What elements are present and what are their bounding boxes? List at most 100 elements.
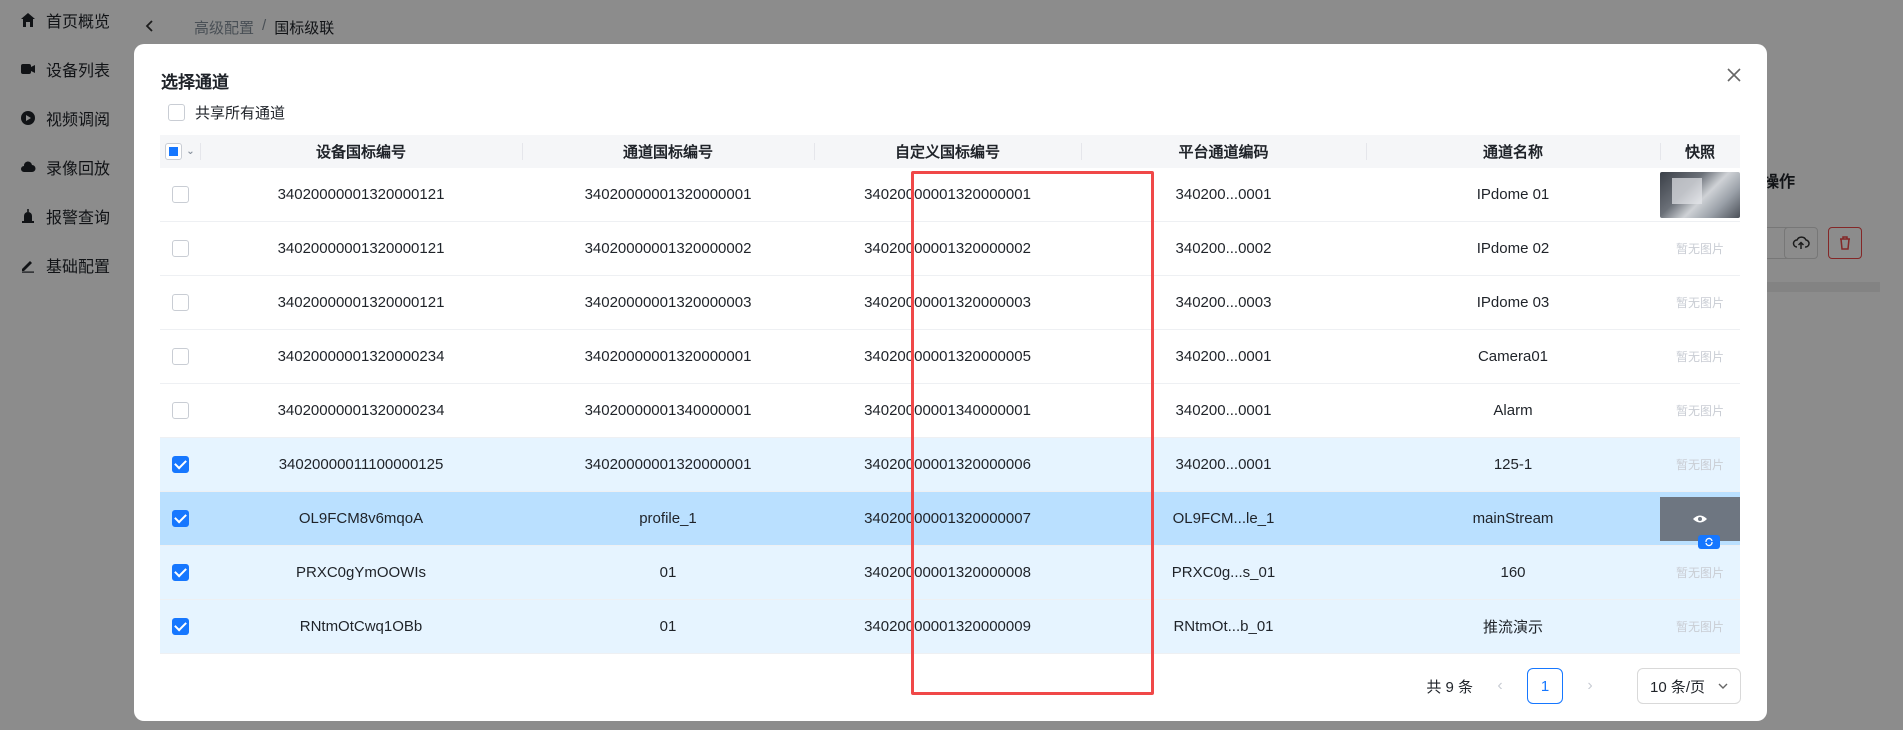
custom-id-cell: 34020000001340000001 [864, 402, 1031, 419]
select-all-cell[interactable]: ⌄ [160, 135, 200, 168]
channel-name-cell: IPdome 02 [1476, 240, 1550, 257]
column-header-device: 设备国标编号 [200, 135, 522, 168]
device-id-cell: 34020000001320000234 [277, 348, 445, 365]
device-id-cell: 34020000011100000125 [278, 456, 444, 473]
channel-name-cell: mainStream [1472, 510, 1554, 527]
channel-table: ⌄ 设备国标编号 通道国标编号 自定义国标编号 平台通道编码 通道名称 快照 3… [160, 135, 1740, 654]
checkbox[interactable] [168, 104, 185, 121]
share-all-checkbox[interactable]: 共享所有通道 [168, 102, 285, 123]
table-row[interactable]: 34020000001320000234 34020000001320000001… [160, 330, 1740, 384]
device-id-cell: 34020000001320000121 [277, 294, 445, 311]
channel-id-cell: 34020000001320000002 [584, 240, 752, 257]
row-checkbox[interactable] [171, 618, 189, 635]
row-select-cell[interactable] [160, 222, 200, 275]
snapshot-cell [1660, 168, 1740, 221]
device-id-cell: RNtmOtCwq1OBb [299, 618, 423, 635]
channel-name-cell: Alarm [1493, 402, 1533, 419]
snapshot-cell: 暂无图片 [1660, 600, 1740, 653]
table-row[interactable]: 34020000001320000121 34020000001320000002… [160, 222, 1740, 276]
row-select-cell[interactable] [160, 546, 200, 599]
snapshot-preview[interactable] [1660, 496, 1740, 549]
row-checkbox[interactable] [171, 186, 189, 203]
platform-code-cell: 340200...0003 [1175, 294, 1272, 311]
channel-name-cell: IPdome 01 [1476, 186, 1550, 203]
row-checkbox[interactable] [171, 456, 189, 473]
row-select-cell[interactable] [160, 276, 200, 329]
channel-name-cell: 推流演示 [1482, 619, 1543, 636]
platform-code-cell: 340200...0001 [1175, 348, 1272, 365]
table-row[interactable]: 34020000001320000234 34020000001340000001… [160, 384, 1740, 438]
channel-id-cell: 01 [659, 564, 677, 581]
table-row[interactable]: RNtmOtCwq1OBb 01 34020000001320000009 RNtmO… [160, 600, 1740, 654]
snapshot-placeholder: 暂无图片 [1675, 404, 1724, 418]
snapshot-placeholder: 暂无图片 [1675, 350, 1724, 364]
row-checkbox[interactable] [171, 294, 189, 311]
snapshot-placeholder: 暂无图片 [1675, 242, 1724, 256]
snapshot-placeholder: 暂无图片 [1675, 620, 1724, 634]
row-checkbox[interactable] [171, 564, 189, 581]
platform-code-cell: 340200...0001 [1175, 402, 1272, 419]
channel-id-cell: 34020000001340000001 [584, 402, 752, 419]
row-select-cell[interactable] [160, 168, 200, 221]
row-checkbox[interactable] [171, 240, 189, 257]
device-id-cell: OL9FCM8v6mqoA [298, 510, 424, 527]
custom-id-cell: 34020000001320000001 [864, 186, 1031, 203]
prev-page-icon[interactable]: ‹ [1489, 677, 1511, 695]
custom-id-cell: 34020000001320000006 [864, 456, 1031, 473]
device-id-cell: PRXC0gYmOOWIs [295, 564, 427, 581]
row-select-cell[interactable] [160, 438, 200, 491]
modal-title: 选择通道 [161, 73, 229, 92]
chevron-down-icon [1718, 683, 1728, 689]
device-id-cell: 34020000001320000121 [277, 240, 445, 257]
custom-id-cell: 34020000001320000009 [864, 618, 1031, 635]
channel-id-cell: 34020000001320000001 [584, 456, 752, 473]
channel-id-cell: 34020000001320000001 [584, 186, 752, 203]
table-row[interactable]: 34020000001320000121 34020000001320000003… [160, 276, 1740, 330]
select-channel-modal: 选择通道 共享所有通道 ⌄ 设备国标编号 通道国标编号 自定义国标编号 平台通道… [134, 44, 1767, 721]
row-checkbox[interactable] [171, 510, 189, 527]
table-row[interactable]: OL9FCM8v6mqoA profile_1 340200000013200000… [160, 492, 1740, 549]
snapshot-cell: 暂无图片 [1660, 438, 1740, 491]
row-checkbox[interactable] [171, 348, 189, 365]
table-row[interactable]: 34020000001320000121 34020000001320000001… [160, 168, 1740, 222]
chevron-down-icon[interactable]: ⌄ [186, 146, 194, 157]
custom-id-cell: 34020000001320000003 [864, 294, 1031, 311]
device-id-cell: 34020000001320000121 [277, 186, 445, 203]
page-button-current[interactable]: 1 [1527, 668, 1563, 704]
next-page-icon[interactable]: › [1579, 677, 1601, 695]
platform-code-cell: OL9FCM...le_1 [1172, 510, 1275, 527]
channel-id-cell: 01 [659, 618, 677, 635]
eye-icon[interactable] [1692, 514, 1708, 524]
snapshot-cell: 暂无图片 [1660, 384, 1740, 437]
column-header-custom: 自定义国标编号 [814, 135, 1081, 168]
table-row[interactable]: 34020000011100000125 34020000001320000001… [160, 438, 1740, 492]
snapshot-cell: 暂无图片 [1660, 276, 1740, 329]
close-button[interactable] [1723, 64, 1745, 86]
share-all-label: 共享所有通道 [195, 105, 286, 122]
platform-code-cell: 340200...0001 [1175, 456, 1272, 473]
row-checkbox[interactable] [171, 402, 189, 419]
channel-name-cell: Camera01 [1477, 348, 1549, 365]
custom-id-cell: 34020000001320000007 [864, 510, 1031, 527]
column-header-snapshot: 快照 [1660, 135, 1740, 168]
select-all-checkbox[interactable] [165, 143, 183, 160]
custom-id-cell: 34020000001320000005 [864, 348, 1031, 365]
table-body: 34020000001320000121 34020000001320000001… [160, 168, 1740, 654]
snapshot-cell: 暂无图片 [1660, 330, 1740, 383]
page-size-select[interactable]: 10 条/页 [1637, 668, 1741, 704]
snapshot-cell: 暂无图片 [1660, 222, 1740, 275]
row-select-cell[interactable] [160, 384, 200, 437]
platform-code-cell: RNtmOt...b_01 [1173, 618, 1274, 635]
snapshot-image[interactable] [1660, 171, 1740, 218]
snapshot-placeholder: 暂无图片 [1675, 296, 1724, 310]
custom-id-cell: 34020000001320000008 [864, 564, 1031, 581]
channel-name-cell: 125-1 [1493, 456, 1533, 473]
row-select-cell[interactable] [160, 600, 200, 653]
row-select-cell[interactable] [160, 330, 200, 383]
table-row[interactable]: PRXC0gYmOOWIs 01 34020000001320000008 PRXC0… [160, 546, 1740, 600]
page-size-value: 10 条/页 [1650, 678, 1706, 696]
platform-code-cell: 340200...0002 [1175, 240, 1272, 257]
snapshot-cell: 暂无图片 [1660, 546, 1740, 599]
row-select-cell[interactable] [160, 492, 200, 545]
pagination: 共 9 条 ‹ 1 › 10 条/页 [1426, 668, 1741, 704]
